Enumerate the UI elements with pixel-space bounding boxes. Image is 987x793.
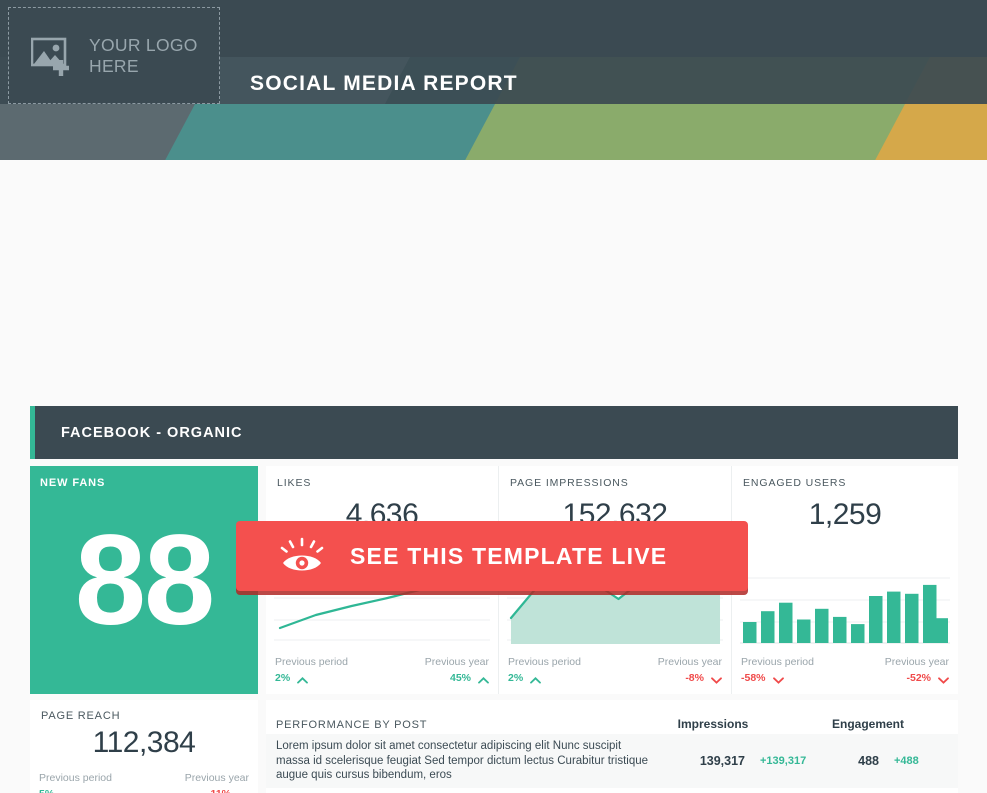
kpi-engaged-users-value: 1,259 [808,498,882,531]
prev-year-label: Previous year [184,772,249,784]
arrow-down-icon [772,675,784,684]
post-impressions-delta: +139,317 [760,754,807,767]
value-text: -52% [906,672,931,684]
report-header: SOCIAL MEDIA REPORT YOUR LOGO HERE REPOR… [0,0,987,160]
see-template-live-banner[interactable]: SEE THIS TEMPLATE LIVE [236,521,748,591]
prev-period-value: 2% [508,672,581,684]
kpi-new-fans: NEW FANS 88 [30,466,258,694]
column-header-impressions-delta [754,731,832,734]
post-engagement: 488 [858,753,879,768]
prev-year-value: -52% [906,672,949,684]
post-text: Lorem ipsum dolor sit amet consectetur a… [276,740,649,782]
likes-comparisons: Previous period 2% Previous year 45% [275,656,489,684]
kpi-engaged-users: ENGAGED USERS 1,259 Previous period -58%… [732,466,958,694]
prev-period-label: Previous period [508,656,581,668]
kpi-engaged-users-label: ENGAGED USERS [743,477,847,489]
card-page-reach-value: 112,384 [92,726,196,759]
card-page-reach-label: PAGE REACH [41,710,121,722]
post-text: Lorem ipsum dolor sit amet consectetur a… [276,788,672,793]
prev-year-label: Previous year [424,656,489,668]
value-text: -8% [685,672,704,684]
prev-year-value: -11% [207,788,249,793]
eye-icon [280,537,326,575]
value-text: 45% [449,672,471,684]
prev-year-value: -8% [685,672,722,684]
kpi-likes-label: LIKES [277,477,312,489]
engaged-users-bar-chart [740,570,950,644]
arrow-down-icon [711,675,722,684]
column-header-engagement: Engagement [832,717,905,731]
value-text: 5% [39,788,54,793]
prev-period-label: Previous period [275,656,348,668]
image-placeholder-icon [30,36,77,76]
logo-placeholder[interactable]: YOUR LOGO HERE [8,7,220,104]
logo-placeholder-label: YOUR LOGO HERE [89,34,198,76]
kpi-page-impressions-label: PAGE IMPRESSIONS [510,477,629,489]
see-template-live-label: SEE THIS TEMPLATE LIVE [350,542,668,569]
table-header-row: PERFORMANCE BY POST Impressions Engageme… [266,700,958,734]
prev-period-value: 2% [275,672,348,684]
prev-year-label: Previous year [657,656,722,668]
prev-period-label: Previous period [39,772,112,784]
page-reach-comparisons: Previous period 5% Previous year -11% [39,772,249,793]
kpi-new-fans-label: NEW FANS [40,477,106,489]
performance-by-post-table: PERFORMANCE BY POST Impressions Engageme… [266,700,958,793]
prev-year-label: Previous year [884,656,949,668]
engaged-users-comparisons: Previous period -58% Previous year -52% [741,656,949,684]
post-engagement-delta: +488 [894,754,919,767]
prev-period-value: -58% [741,672,814,684]
arrow-up-icon [530,675,542,683]
arrow-up-icon [297,675,309,683]
value-text: -58% [741,672,766,684]
column-header-impressions: Impressions [677,717,749,731]
section-header-facebook-organic: FACEBOOK - ORGANIC [30,406,958,459]
section-title: FACEBOOK - ORGANIC [61,424,243,441]
column-header-engagement-delta [888,731,958,734]
card-page-reach: PAGE REACH 112,384 Previous period 5% Pr… [30,700,258,793]
arrow-up-icon [478,675,489,683]
value-text: 2% [275,672,291,684]
page-title: SOCIAL MEDIA REPORT [250,72,518,95]
value-text: -11% [207,788,231,793]
table-title: PERFORMANCE BY POST [276,719,428,731]
post-impressions: 139,317 [699,753,745,768]
kpi-new-fans-value: 88 [74,509,215,652]
prev-period-value: 5% [39,788,112,793]
table-row[interactable]: Lorem ipsum dolor sit amet consectetur a… [266,788,958,793]
prev-year-value: 45% [450,672,489,684]
arrow-down-icon [938,675,949,684]
table-row[interactable]: Lorem ipsum dolor sit amet consectetur a… [266,734,958,788]
page-impressions-comparisons: Previous period 2% Previous year -8% [508,656,722,684]
prev-period-label: Previous period [741,656,814,668]
value-text: 2% [508,672,524,684]
